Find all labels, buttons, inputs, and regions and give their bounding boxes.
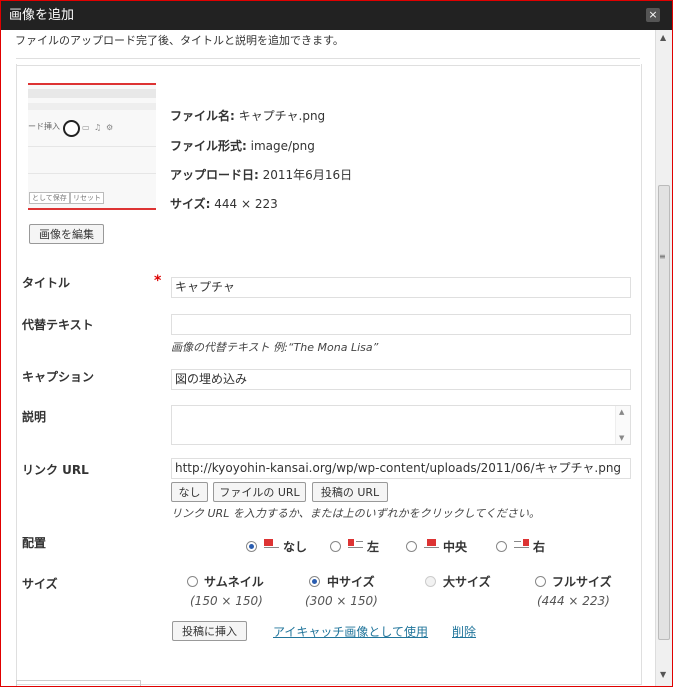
align-right-icon <box>514 539 529 549</box>
link-post-url-button[interactable]: 投稿の URL <box>312 482 388 502</box>
link-url-input[interactable]: http://kyoyohin-kansai.org/wp/wp-content… <box>171 458 631 479</box>
size-full-label[interactable]: フルサイズ <box>552 573 612 590</box>
link-file-url-button[interactable]: ファイルの URL <box>213 482 306 502</box>
caption-input[interactable]: 図の埋め込み <box>171 369 631 390</box>
title-input[interactable]: キャプチャ <box>171 277 631 298</box>
alt-text-label: 代替テキスト <box>22 318 94 332</box>
size-medium-radio[interactable] <box>309 576 320 587</box>
align-none-label[interactable]: なし <box>283 538 307 555</box>
close-icon[interactable]: × <box>646 8 660 22</box>
scroll-down-icon[interactable]: ▼ <box>619 434 624 442</box>
upload-date-row: アップロード日: 2011年6月16日 <box>170 168 353 182</box>
link-url-label: リンク URL <box>22 463 89 477</box>
edit-image-button[interactable]: 画像を編集 <box>29 224 104 244</box>
description-label: 説明 <box>22 410 47 424</box>
align-none-radio[interactable] <box>246 541 257 552</box>
dialog-titlebar: 画像を追加 × <box>1 1 672 30</box>
image-thumbnail: ード挿入 ▭ ♫ ⚙ として保存 リセット <box>28 83 156 210</box>
size-full-radio[interactable] <box>535 576 546 587</box>
align-center-radio[interactable] <box>406 541 417 552</box>
dialog-title: 画像を追加 <box>9 8 75 23</box>
link-none-button[interactable]: なし <box>171 482 208 502</box>
scroll-down-arrow-icon[interactable]: ▼ <box>660 670 666 679</box>
insert-into-post-button[interactable]: 投稿に挿入 <box>172 621 247 641</box>
size-large-label: 大サイズ <box>443 575 491 589</box>
add-image-dialog: 画像を追加 × ファイルのアップロード完了後、タイトルと説明を追加できます。 ー… <box>0 0 673 687</box>
scrollbar-grip-icon: ≡ <box>659 252 666 261</box>
intro-text: ファイルのアップロード完了後、タイトルと説明を追加できます。 <box>15 34 344 47</box>
title-label: タイトル <box>22 276 71 290</box>
required-mark: * <box>154 273 162 289</box>
size-thumbnail-label[interactable]: サムネイル <box>204 573 264 590</box>
link-url-help: リンク URL を入力するか、または上のいずれかをクリックしてください。 <box>171 507 540 520</box>
description-textarea[interactable]: ▲ ▼ <box>171 405 631 445</box>
size-full-dims: (444 × 223) <box>537 594 610 608</box>
file-name-row: ファイル名: キャプチャ.png <box>170 109 326 123</box>
use-as-featured-image-link[interactable]: アイキャッチ画像として使用 <box>273 623 428 640</box>
image-size-row: サイズ: 444 × 223 <box>170 197 278 211</box>
align-left-radio[interactable] <box>330 541 341 552</box>
file-type-row: ファイル形式: image/png <box>170 139 315 153</box>
delete-link[interactable]: 削除 <box>452 623 476 640</box>
align-left-icon <box>348 539 363 549</box>
size-medium-dims: (300 × 150) <box>305 594 378 608</box>
size-medium-label[interactable]: 中サイズ <box>327 573 375 590</box>
size-thumbnail-dims: (150 × 150) <box>190 594 263 608</box>
alt-text-input[interactable] <box>171 314 631 335</box>
vertical-scrollbar[interactable]: ▲ ≡ ▼ <box>655 30 672 686</box>
align-right-label[interactable]: 右 <box>533 538 545 555</box>
alt-text-help: 画像の代替テキスト 例:“The Mona Lisa” <box>171 341 379 354</box>
align-right-radio[interactable] <box>496 541 507 552</box>
align-none-icon <box>264 539 279 549</box>
align-center-icon <box>424 539 439 549</box>
size-large-radio <box>425 576 436 587</box>
caption-label: キャプション <box>22 370 95 384</box>
next-panel-stub <box>16 680 141 686</box>
align-left-label[interactable]: 左 <box>367 538 379 555</box>
scroll-up-arrow-icon[interactable]: ▲ <box>660 33 666 42</box>
align-center-label[interactable]: 中央 <box>443 538 467 555</box>
alignment-label: 配置 <box>22 536 47 550</box>
size-thumbnail-radio[interactable] <box>187 576 198 587</box>
scroll-up-icon[interactable]: ▲ <box>619 408 624 416</box>
size-label: サイズ <box>22 577 58 591</box>
textarea-scrollbar[interactable]: ▲ ▼ <box>615 406 630 444</box>
